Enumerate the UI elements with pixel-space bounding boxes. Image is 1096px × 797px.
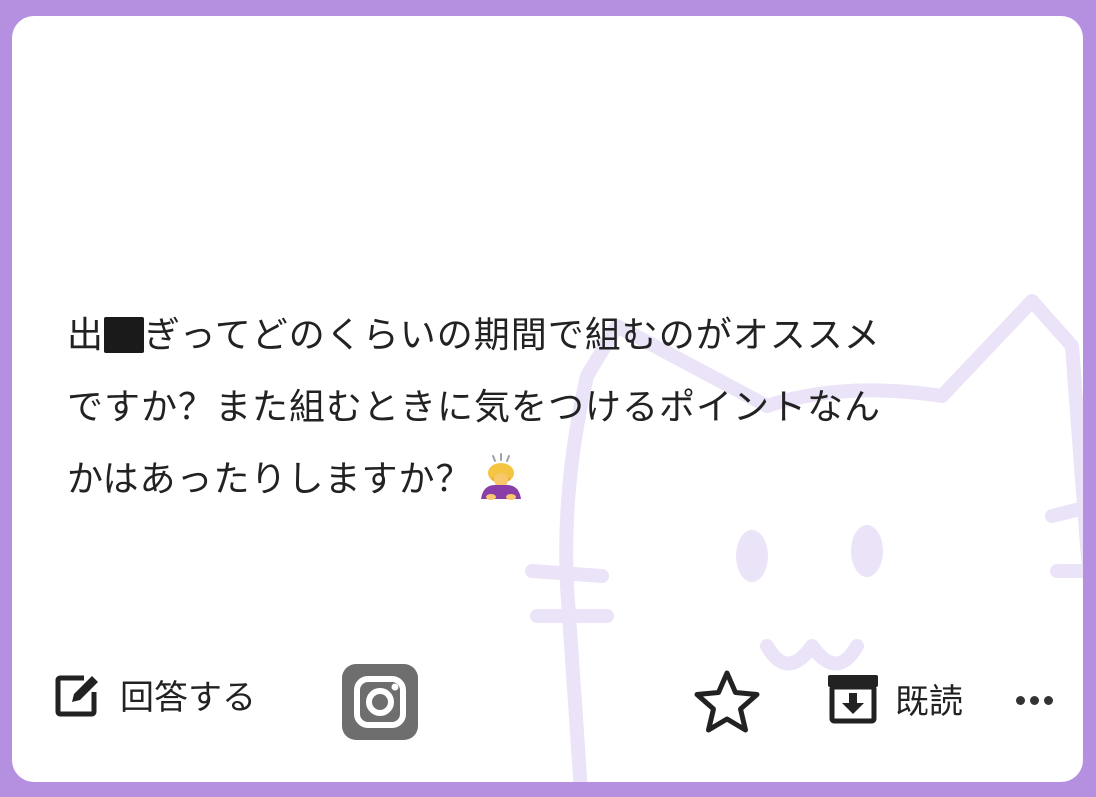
read-label: 既読 — [895, 681, 963, 722]
more-options-button[interactable] — [1016, 696, 1053, 705]
question-line-3-text: かはあったりしますか？ — [67, 459, 473, 500]
question-line-2: ですか？また組むときに気をつけるポイントなん — [67, 387, 882, 428]
redacted-block — [104, 317, 145, 353]
bowing-person-emoji — [477, 453, 525, 526]
instagram-share-button[interactable] — [340, 662, 420, 742]
question-card: 出ぎってどのくらいの期間で組むのがオススメ ですか？また組むときに気をつけるポイ… — [12, 16, 1083, 782]
question-text: 出ぎってどのくらいの期間で組むのがオススメ ですか？また組むときに気をつけるポイ… — [67, 300, 1027, 526]
favorite-button[interactable] — [692, 668, 762, 734]
answer-button[interactable]: 回答する — [54, 668, 256, 720]
question-line-3: かはあったりしますか？ — [67, 444, 1027, 526]
edit-icon — [55, 674, 102, 717]
more-icon — [1016, 696, 1053, 705]
mark-read-button[interactable]: 既読 — [825, 672, 963, 724]
instagram-icon — [342, 664, 418, 740]
answer-label: 回答する — [120, 677, 256, 718]
question-line-1: 出ぎってどのくらいの期間で組むのがオススメ — [67, 300, 1027, 372]
archive-icon — [828, 675, 878, 724]
star-icon — [694, 670, 760, 733]
question-line-1-prefix: 出 — [67, 315, 105, 356]
question-line-1-rest: ぎってどのくらいの期間で組むのがオススメ — [144, 315, 881, 356]
